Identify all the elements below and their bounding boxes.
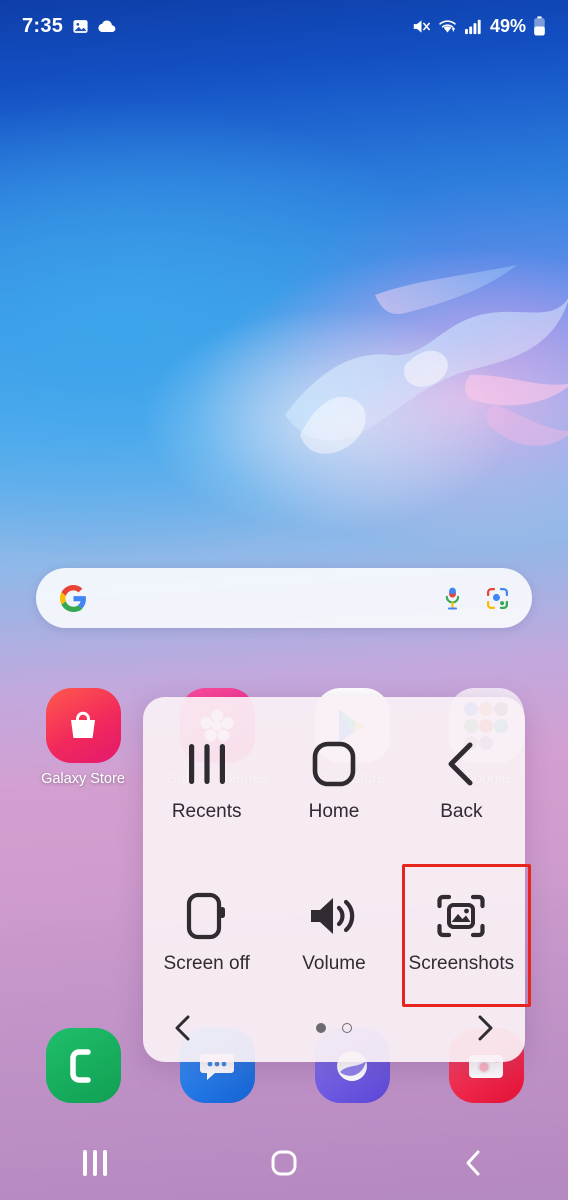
- chevron-left-icon[interactable]: [171, 1013, 195, 1043]
- page-dot-active[interactable]: [316, 1023, 326, 1033]
- nav-home-icon: [271, 1150, 297, 1176]
- page-indicator: [316, 1023, 352, 1033]
- search-bar-actions: [442, 586, 510, 611]
- google-search-bar[interactable]: [36, 568, 532, 628]
- nav-back-button[interactable]: [433, 1138, 513, 1188]
- assistant-menu-item-label: Screen off: [163, 953, 250, 974]
- screenshot-capture-icon: [434, 881, 488, 951]
- cellular-signal-icon: [464, 19, 481, 34]
- assistant-menu-item-label: Screenshots: [408, 953, 515, 974]
- galaxy-store-icon: [45, 688, 121, 763]
- battery-icon: [534, 16, 545, 36]
- assistant-menu-item-label: Volume: [302, 953, 366, 974]
- nav-home-button[interactable]: [244, 1138, 324, 1188]
- mute-vibrate-icon: [413, 19, 430, 33]
- phone-icon: [45, 1028, 121, 1103]
- wallpaper-splash-art: [285, 265, 568, 454]
- nav-recents-button[interactable]: [55, 1138, 135, 1188]
- nav-recents-icon: [82, 1150, 107, 1176]
- home-square-icon: [309, 729, 359, 799]
- nav-back-icon: [466, 1150, 480, 1176]
- app-label: Galaxy Store: [41, 771, 125, 787]
- screen-off-icon: [181, 881, 233, 951]
- cloud-sync-icon: [98, 20, 116, 32]
- assistant-menu-item-label: Back: [440, 801, 483, 822]
- assistant-menu-item-label: Home: [308, 801, 360, 822]
- battery-percent-label: 49%: [489, 15, 526, 36]
- chevron-right-icon[interactable]: [473, 1013, 497, 1043]
- recents-bars-icon: [181, 729, 233, 799]
- back-chevron-icon: [439, 729, 483, 799]
- assistant-menu-item-screenshots[interactable]: Screenshots: [398, 864, 532, 1007]
- system-navigation-bar: [0, 1126, 568, 1200]
- assistant-menu-item-home[interactable]: Home: [270, 715, 397, 847]
- status-bar-left: 7:35: [22, 15, 117, 38]
- search-input[interactable]: [87, 588, 442, 608]
- gallery-image-icon: [73, 19, 88, 33]
- page-dot-inactive[interactable]: [342, 1023, 352, 1033]
- assistant-menu-item-screen-off[interactable]: Screen off: [143, 867, 270, 999]
- google-lens-icon[interactable]: [485, 586, 510, 611]
- app-galaxy-store[interactable]: Galaxy Store: [28, 688, 138, 787]
- assistant-menu-grid: Recents Home Back Screen off Volume Scre…: [143, 715, 532, 1007]
- assistant-menu-item-recents[interactable]: Recents: [143, 715, 270, 847]
- app-phone[interactable]: [28, 1028, 138, 1103]
- assistant-menu-item-back[interactable]: Back: [398, 715, 525, 847]
- assistant-menu-panel: Recents Home Back Screen off Volume Scre…: [143, 697, 532, 1062]
- status-time: 7:35: [22, 14, 64, 37]
- status-bar-right: 49%: [412, 16, 546, 37]
- microphone-icon[interactable]: [442, 586, 463, 611]
- assistant-menu-pager: [143, 1008, 525, 1048]
- volume-speaker-icon: [306, 881, 362, 951]
- assistant-menu-item-label: Recents: [171, 801, 242, 822]
- shopping-bag-glyph: [71, 711, 95, 738]
- assistant-menu-item-volume[interactable]: Volume: [270, 867, 397, 999]
- wifi-icon: [439, 19, 456, 33]
- status-bar: 7:35 49%: [0, 0, 568, 52]
- handset-glyph: [70, 1048, 91, 1083]
- google-g-icon: [60, 584, 86, 612]
